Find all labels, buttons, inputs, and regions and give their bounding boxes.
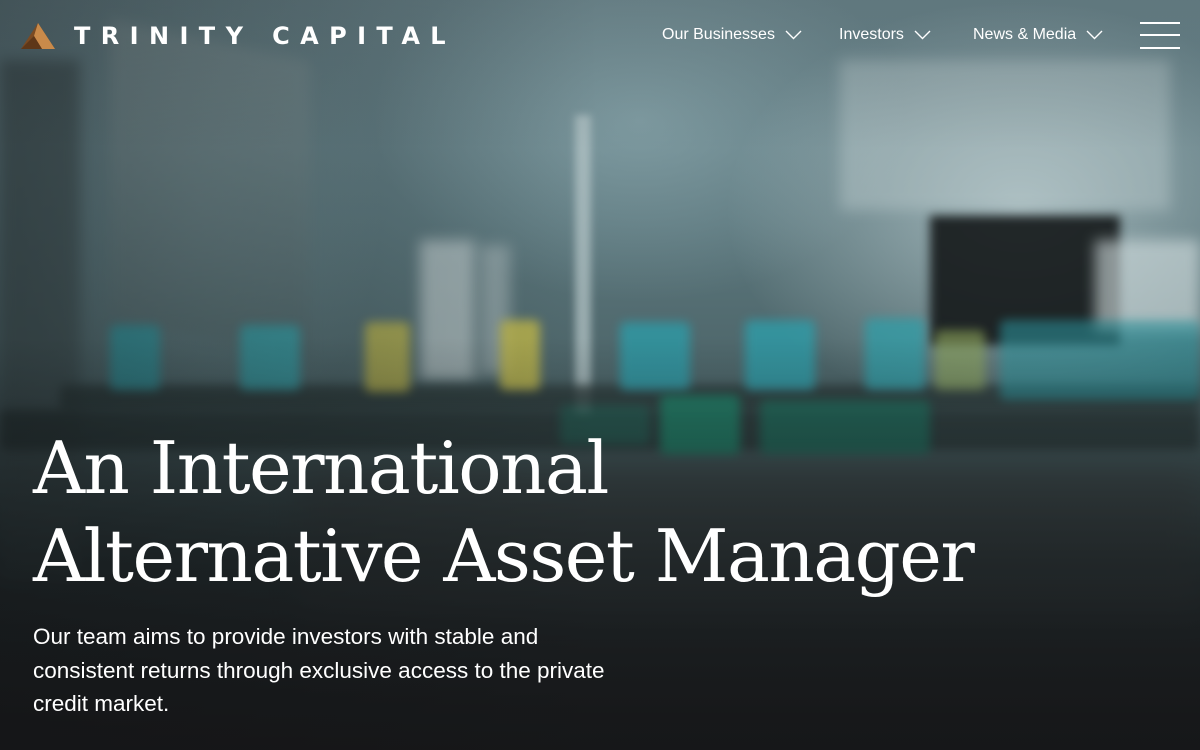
- hero-headline-line1: An International: [33, 426, 609, 510]
- site-header: TRINITY CAPITAL Our Businesses Investors…: [0, 0, 1200, 72]
- hero-subtext: Our team aims to provide investors with …: [33, 624, 605, 716]
- nav-item-investors[interactable]: Investors: [839, 24, 931, 46]
- hero-headline: An International Alternative Asset Manag…: [33, 424, 975, 600]
- brand-name: TRINITY CAPITAL: [74, 22, 456, 50]
- triangle-logo-icon: [21, 23, 55, 49]
- chevron-down-icon: [914, 30, 931, 40]
- nav-label: Investors: [839, 26, 904, 43]
- hamburger-menu-icon[interactable]: [1140, 22, 1180, 50]
- nav-label: Our Businesses: [662, 26, 775, 43]
- nav-label: News & Media: [973, 26, 1077, 43]
- logo-link[interactable]: TRINITY CAPITAL: [20, 22, 456, 50]
- chevron-down-icon: [785, 30, 802, 40]
- hero-headline-line2: Alternative Asset Manager: [33, 514, 975, 598]
- chevron-down-icon: [1086, 30, 1103, 40]
- nav-item-news-media[interactable]: News & Media: [973, 24, 1103, 46]
- nav-item-our-businesses[interactable]: Our Businesses: [662, 24, 802, 46]
